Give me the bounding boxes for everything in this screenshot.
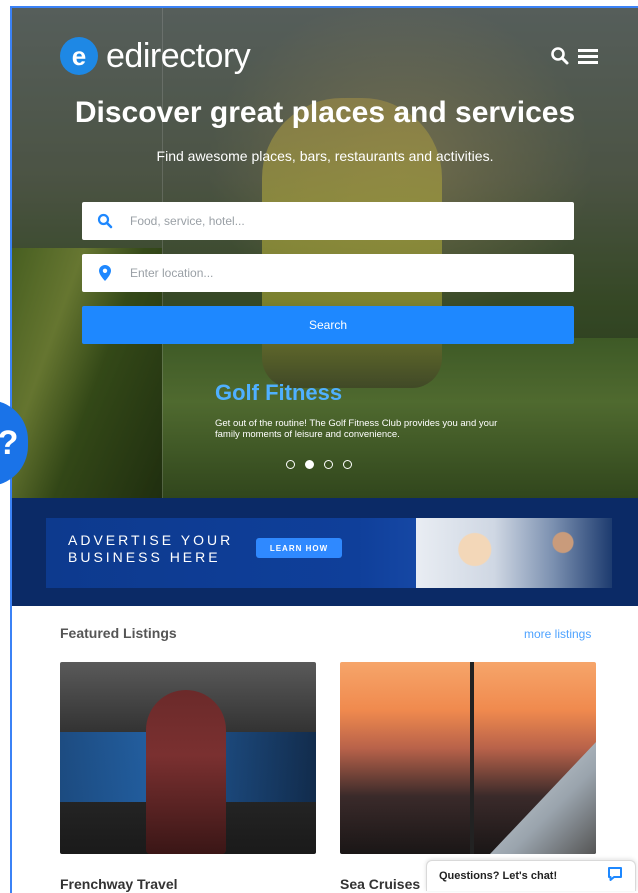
listing-card-image[interactable] — [60, 662, 316, 854]
chat-widget[interactable]: Questions? Let's chat! — [426, 860, 636, 891]
keyword-field — [82, 202, 574, 240]
brand-logo-text: edirectory — [106, 36, 251, 75]
brand-logo-mark: e — [60, 37, 98, 75]
learn-how-button[interactable]: LEARN HOW — [256, 538, 342, 558]
slider-dot-2[interactable] — [305, 460, 314, 469]
search-icon — [82, 213, 128, 229]
slider-dot-1[interactable] — [286, 460, 295, 469]
slider-dot-3[interactable] — [324, 460, 333, 469]
search-button[interactable]: Search — [82, 306, 574, 344]
menu-icon[interactable] — [578, 48, 598, 64]
ad-people-photo — [416, 518, 612, 588]
listing-card-image[interactable] — [340, 662, 596, 854]
slider-dots — [286, 460, 352, 469]
hero-section: e edirectory Discover great places and s… — [12, 8, 638, 498]
ad-headline: ADVERTISE YOUR BUSINESS HERE — [68, 532, 233, 566]
location-input[interactable] — [128, 257, 552, 289]
more-listings-link[interactable]: more listings — [524, 627, 591, 641]
brand-logo[interactable]: e edirectory — [60, 36, 251, 76]
page-frame: e edirectory Discover great places and s… — [10, 6, 638, 893]
map-pin-icon — [82, 265, 128, 281]
location-field — [82, 254, 574, 292]
chat-bubble-icon — [607, 866, 623, 887]
search-icon[interactable] — [550, 46, 570, 66]
featured-title: Featured Listings — [60, 625, 177, 641]
ad-line-2: BUSINESS HERE — [68, 549, 221, 565]
listing-title[interactable]: Sea Cruises — [340, 876, 420, 892]
keyword-input[interactable] — [128, 205, 552, 237]
slide-description: Get out of the routine! The Golf Fitness… — [215, 418, 498, 440]
hero-subtitle: Find awesome places, bars, restaurants a… — [156, 148, 494, 164]
chat-label: Questions? Let's chat! — [439, 870, 558, 882]
ad-banner[interactable]: ADVERTISE YOUR BUSINESS HERE LEARN HOW — [46, 518, 612, 588]
hero-title: Discover great places and services — [74, 96, 576, 129]
ad-line-1: ADVERTISE YOUR — [68, 532, 234, 548]
slide-title: Golf Fitness — [215, 380, 343, 405]
listing-title[interactable]: Frenchway Travel — [60, 876, 178, 892]
slider-dot-4[interactable] — [343, 460, 352, 469]
